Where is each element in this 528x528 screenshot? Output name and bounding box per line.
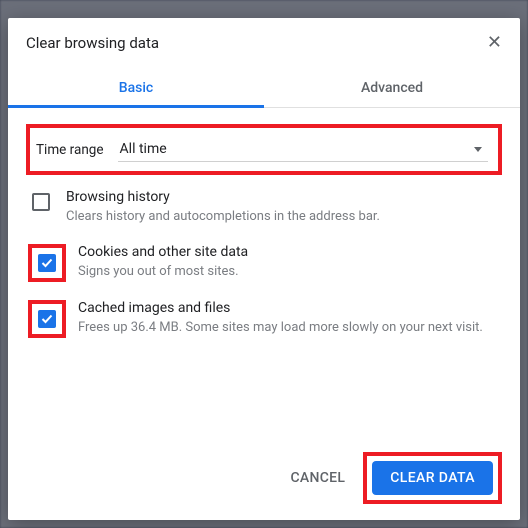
dialog-header: Clear browsing data ✕ [8, 18, 520, 67]
option-browsing-history: Browsing history Clears history and auto… [26, 189, 502, 226]
clear-browsing-data-dialog: Clear browsing data ✕ Basic Advanced Tim… [8, 18, 520, 520]
dialog-title: Clear browsing data [26, 34, 159, 52]
checkbox-wrap [28, 244, 66, 282]
tab-advanced[interactable]: Advanced [264, 67, 520, 107]
checkbox-wrap [28, 300, 66, 338]
dialog-footer: CANCEL CLEAR DATA [8, 438, 520, 520]
tabs: Basic Advanced [8, 67, 520, 108]
option-cookies: Cookies and other site data Signs you ou… [26, 244, 502, 282]
time-range-select[interactable]: All time [118, 137, 488, 162]
option-desc: Frees up 36.4 MB. Some sites may load mo… [78, 319, 500, 337]
checkbox-browsing-history[interactable] [32, 193, 50, 211]
checkbox-wrap [28, 189, 54, 215]
dialog-body: Time range All time Browsing history Cle… [8, 108, 520, 438]
tab-basic[interactable]: Basic [8, 67, 264, 107]
option-desc: Signs you out of most sites. [78, 263, 500, 281]
chevron-down-icon [474, 147, 482, 152]
option-title: Cached images and files [78, 300, 500, 316]
option-cached: Cached images and files Frees up 36.4 MB… [26, 300, 502, 338]
clear-button-highlight: CLEAR DATA [363, 452, 502, 504]
clear-data-button[interactable]: CLEAR DATA [372, 461, 493, 495]
option-title: Cookies and other site data [78, 244, 500, 260]
close-icon[interactable]: ✕ [487, 32, 502, 53]
time-range-label: Time range [36, 142, 104, 158]
time-range-row: Time range All time [26, 124, 502, 175]
option-texts: Cookies and other site data Signs you ou… [78, 244, 500, 281]
checkbox-cookies[interactable] [38, 254, 56, 272]
option-title: Browsing history [66, 189, 500, 205]
cancel-button[interactable]: CANCEL [280, 462, 355, 494]
checkbox-cached[interactable] [38, 310, 56, 328]
time-range-value: All time [120, 141, 167, 157]
option-texts: Cached images and files Frees up 36.4 MB… [78, 300, 500, 337]
option-texts: Browsing history Clears history and auto… [66, 189, 500, 226]
option-desc: Clears history and autocompletions in th… [66, 208, 500, 226]
